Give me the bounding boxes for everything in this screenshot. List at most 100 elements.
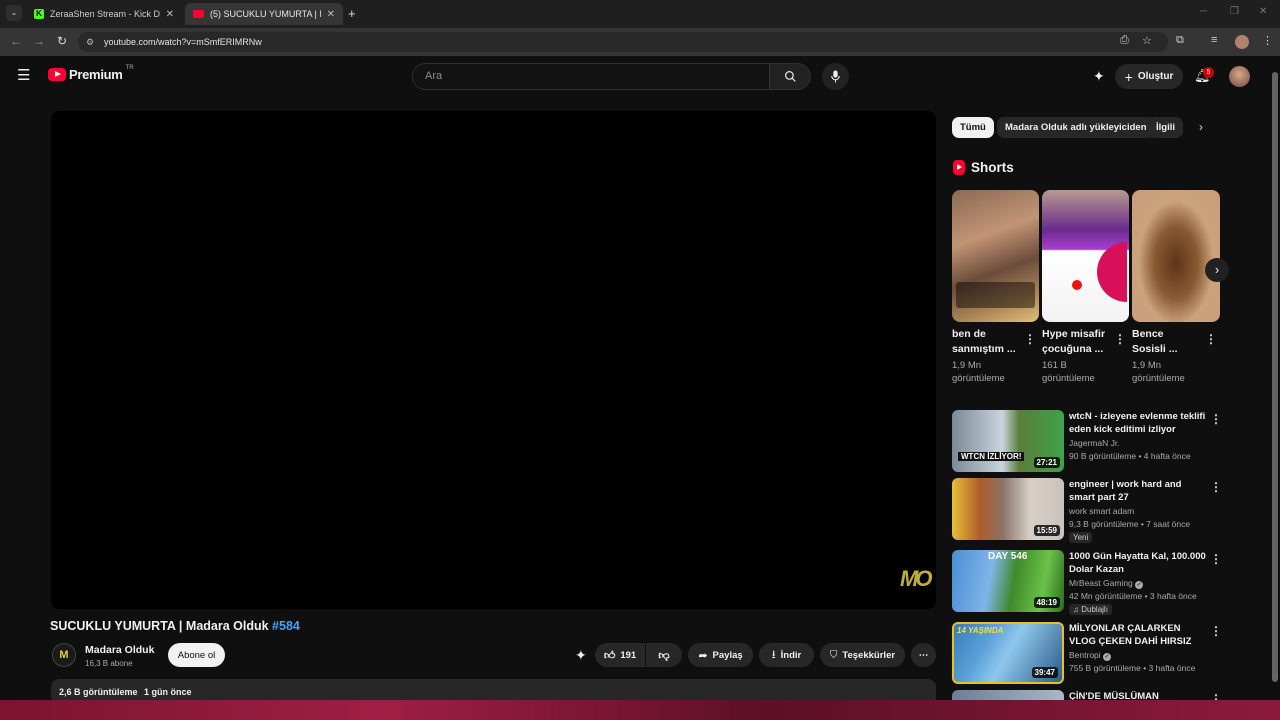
video-title-link[interactable]: ÇİN'DE MÜSLÜMAN (1069, 690, 1207, 700)
desktop-wallpaper-strip (0, 700, 1280, 720)
more-vertical-icon[interactable]: ⋮ (1210, 412, 1222, 426)
extensions-icon[interactable]: ⧉ (1176, 34, 1184, 47)
search-button[interactable] (769, 63, 811, 90)
channel-avatar[interactable]: M (52, 643, 76, 667)
more-vertical-icon[interactable]: ⋮ (1210, 692, 1222, 700)
video-title-link[interactable]: 1000 Gün Hayatta Kal, 100.000 Dolar Kaza… (1069, 550, 1207, 576)
hashtag-link[interactable]: #584 (272, 619, 300, 633)
maximize-icon[interactable]: ❐ (1230, 6, 1239, 17)
video-meta: 90 B görüntüleme • 4 hafta önce (1069, 451, 1191, 461)
channel-link[interactable]: JagermaN Jr. (1069, 438, 1120, 448)
search-icon (784, 71, 796, 82)
url-text: youtube.com/watch?v=mSmfERIMRNw (104, 37, 262, 47)
premium-spark-icon[interactable]: ✦ (1093, 68, 1105, 85)
close-icon[interactable]: ✕ (327, 9, 335, 20)
create-button[interactable]: + Oluştur (1115, 64, 1183, 89)
list-item[interactable]: DAY 546 48:19 1000 Gün Hayatta Kal, 100.… (952, 550, 1222, 615)
more-vertical-icon[interactable]: ⋮ (1210, 552, 1222, 566)
dislike-button[interactable]: 👎︎ (646, 643, 682, 667)
video-title-link[interactable]: wtcN - izleyene evlenme teklifi eden kic… (1069, 410, 1207, 436)
short-title[interactable]: Bence Sosisli ... (1132, 327, 1198, 357)
chip-all[interactable]: Tümü (952, 117, 994, 138)
scrollbar-thumb[interactable] (1272, 72, 1278, 682)
reload-icon[interactable]: ↻ (57, 34, 67, 48)
channel-link[interactable]: work smart adam (1069, 506, 1134, 516)
plus-icon: + (1124, 68, 1133, 85)
youtube-favicon-icon (193, 10, 204, 18)
video-title-link[interactable]: engineer | work hard and smart part 27 (1069, 478, 1207, 504)
video-title-link[interactable]: MİLYONLAR ÇALARKEN VLOG ÇEKEN DAHİ HIRSI… (1069, 622, 1207, 648)
install-app-icon[interactable]: ⎙ (1120, 34, 1129, 47)
channel-name[interactable]: Madara Olduk (85, 644, 154, 656)
address-bar[interactable]: ⚙ youtube.com/watch?v=mSmfERIMRNw (78, 32, 1168, 52)
more-vertical-icon[interactable]: ⋮ (1114, 332, 1126, 346)
subscribe-button[interactable]: Abone ol (168, 643, 225, 667)
tab-list-chevron-icon[interactable]: ⌄ (6, 5, 22, 21)
video-thumbnail[interactable] (952, 690, 1064, 700)
list-item[interactable]: 14 YAŞINDA 39:47 MİLYONLAR ÇALARKEN VLOG… (952, 622, 1222, 684)
video-thumbnail[interactable]: 14 YAŞINDA 39:47 (952, 622, 1064, 684)
chevron-right-icon[interactable]: › (1199, 120, 1203, 134)
list-item[interactable]: ÇİN'DE MÜSLÜMAN ⋮ (952, 690, 1222, 700)
more-actions-button[interactable]: ⋯ (911, 643, 936, 667)
video-thumbnail[interactable]: WTCN İZLİYOR! 27:21 (952, 410, 1064, 472)
shorts-next-button[interactable]: › (1205, 258, 1229, 282)
bookmark-star-icon[interactable]: ☆ (1142, 34, 1152, 47)
short-views: 161 B görüntüleme (1042, 360, 1095, 384)
short-thumbnail[interactable] (952, 190, 1039, 322)
thanks-button[interactable]: ⛉ Teşekkürler (820, 643, 905, 667)
hamburger-menu-icon[interactable]: ☰ (17, 68, 30, 83)
close-icon[interactable]: ✕ (166, 9, 174, 20)
short-title[interactable]: Hype misafir çocuğuna ... (1042, 327, 1108, 357)
site-settings-icon[interactable]: ⚙ (86, 32, 94, 52)
channel-link[interactable]: Bentropi ✓ (1069, 650, 1112, 661)
subscriber-count: 16,3 B abone (85, 659, 133, 668)
short-thumbnail[interactable] (1132, 190, 1220, 322)
new-tab-button[interactable]: + (348, 6, 356, 21)
notification-count-badge: 5 (1203, 67, 1214, 78)
like-button[interactable]: 👍︎ 191 (595, 643, 645, 667)
channel-link[interactable]: MrBeast Gaming ✓ (1069, 578, 1144, 589)
video-player[interactable]: MO (51, 111, 936, 609)
profile-avatar[interactable] (1235, 35, 1249, 49)
more-vertical-icon[interactable]: ⋮ (1210, 480, 1222, 494)
window-close-icon[interactable]: ✕ (1259, 6, 1267, 17)
minimize-icon[interactable]: ─ (1200, 6, 1207, 17)
microphone-icon (831, 70, 840, 83)
download-button[interactable]: ⭳ İndir (759, 643, 814, 667)
more-horizontal-icon: ⋯ (918, 649, 929, 661)
voice-search-button[interactable] (822, 63, 849, 90)
browser-tab-kick[interactable]: K ZeraaShen Stream - Kick Dashb ✕ (26, 3, 182, 25)
short-title[interactable]: ben de sanmıştım ... (952, 327, 1018, 357)
video-thumbnail[interactable]: DAY 546 48:19 (952, 550, 1064, 612)
verified-icon: ✓ (1103, 653, 1112, 661)
browser-menu-icon[interactable]: ⋮ (1262, 34, 1273, 47)
super-thanks-spark-icon[interactable]: ✦ (575, 647, 587, 664)
short-views: 1,9 Mn görüntüleme (1132, 360, 1185, 384)
duration-badge: 27:21 (1033, 457, 1060, 468)
search-input[interactable]: Ara (412, 63, 770, 90)
account-avatar[interactable] (1229, 66, 1250, 87)
more-vertical-icon[interactable]: ⋮ (1205, 332, 1217, 346)
dubbed-badge: ♫ Dublajlı (1069, 604, 1112, 615)
more-vertical-icon[interactable]: ⋮ (1024, 332, 1036, 346)
browser-tab-youtube[interactable]: (5) SUCUKLU YUMURTA | Mada ✕ (185, 3, 343, 25)
list-item[interactable]: 15:59 engineer | work hard and smart par… (952, 478, 1222, 543)
youtube-logo[interactable]: Premium TR (48, 65, 134, 82)
video-thumbnail[interactable]: 15:59 (952, 478, 1064, 540)
reading-list-icon[interactable]: ≡ (1211, 34, 1217, 46)
shorts-title: Shorts (971, 160, 1014, 175)
shorts-heading: Shorts (953, 160, 1014, 175)
share-button[interactable]: ➦ Paylaş (688, 643, 753, 667)
thumbnail-caption: 14 YAŞINDA (957, 626, 1004, 635)
more-vertical-icon[interactable]: ⋮ (1210, 624, 1222, 638)
video-title: SUCUKLU YUMURTA | Madara Olduk #584 (50, 619, 300, 633)
chip-related[interactable]: İlgili (1148, 117, 1183, 138)
back-arrow-icon[interactable]: ← (10, 34, 22, 48)
audio-icon: ♫ (1073, 605, 1079, 614)
duration-badge: 15:59 (1033, 525, 1060, 536)
list-item[interactable]: WTCN İZLİYOR! 27:21 wtcN - izleyene evle… (952, 410, 1222, 472)
chip-from-uploader[interactable]: Madara Olduk adlı yükleyiciden (997, 117, 1155, 138)
forward-arrow-icon[interactable]: → (33, 34, 45, 48)
short-thumbnail[interactable] (1042, 190, 1129, 322)
